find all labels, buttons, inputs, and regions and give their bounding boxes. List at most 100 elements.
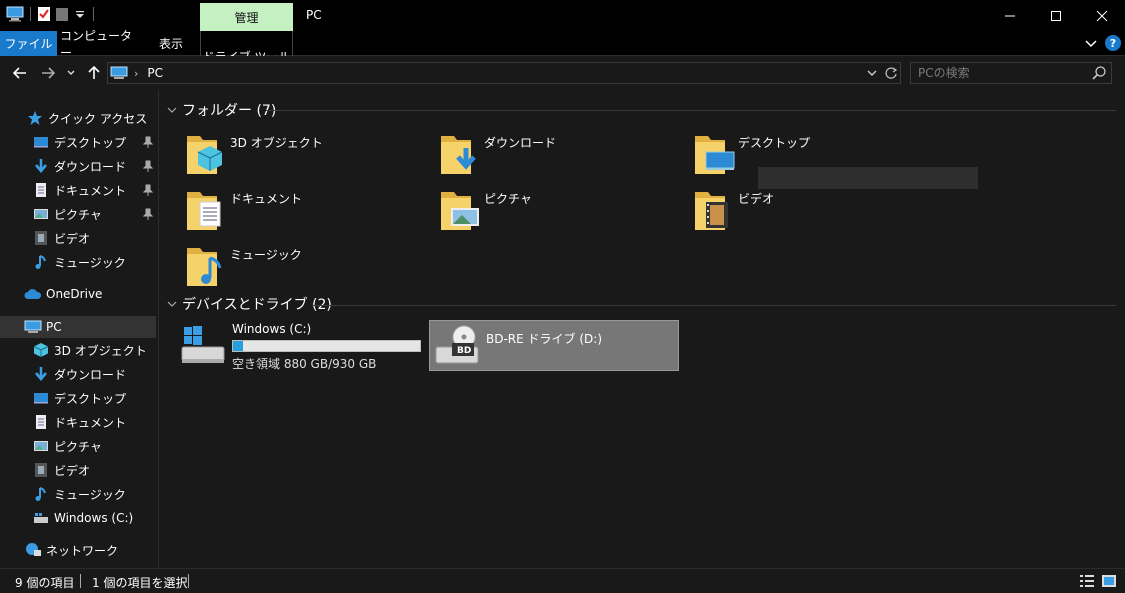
maximize-icon xyxy=(1051,10,1061,21)
new-folder-icon[interactable] xyxy=(55,6,69,22)
folder-pictures[interactable]: ピクチャ xyxy=(438,186,688,238)
sidebar-item-music[interactable]: ミュージック xyxy=(0,483,156,505)
sidebar-item-label: OneDrive xyxy=(46,287,103,301)
sidebar-item-windows-c[interactable]: Windows (C:) xyxy=(0,507,156,529)
maximize-button[interactable] xyxy=(1033,0,1079,31)
sidebar-item-3d-objects[interactable]: 3D オブジェクト xyxy=(0,339,156,361)
computer-icon xyxy=(110,66,128,79)
sidebar-item-quick-access[interactable]: クイック アクセス xyxy=(0,107,156,129)
folder-label: ダウンロード xyxy=(484,136,557,150)
breadcrumb-pc[interactable]: PC xyxy=(147,66,163,80)
sidebar-item-label: ダウンロード xyxy=(54,159,127,174)
sidebar-item-label: ピクチャ xyxy=(54,207,102,222)
search-input[interactable] xyxy=(911,63,1091,83)
pin-icon[interactable] xyxy=(142,135,154,149)
music-icon xyxy=(32,486,50,502)
sidebar-item-downloads[interactable]: ダウンロード xyxy=(0,155,156,177)
document-folder-icon xyxy=(187,192,221,230)
chevron-down-icon xyxy=(167,301,177,307)
minimize-icon xyxy=(1005,15,1015,16)
tab-file[interactable]: ファイル xyxy=(0,31,57,56)
disc-badge: BD xyxy=(457,346,472,356)
tab-computer[interactable]: コンピューター xyxy=(60,29,142,60)
manage-context-tab[interactable]: 管理 xyxy=(200,3,293,31)
computer-icon xyxy=(6,6,24,22)
properties-icon[interactable] xyxy=(37,6,51,22)
arrow-left-icon xyxy=(13,67,26,79)
sidebar-item-label: ビデオ xyxy=(54,463,91,478)
sidebar-item-pc[interactable]: PC xyxy=(0,316,156,338)
video-icon xyxy=(32,462,50,478)
drive-bd-re-d[interactable]: BD BD-RE ドライブ (D:) xyxy=(429,320,679,371)
drive-usage-fill xyxy=(233,341,244,351)
sidebar-item-desktop[interactable]: デスクトップ xyxy=(0,387,156,409)
folder-label: ピクチャ xyxy=(484,192,532,206)
sidebar-item-videos[interactable]: ビデオ xyxy=(0,227,156,249)
download-icon xyxy=(32,158,50,174)
sidebar-item-music[interactable]: ミュージック xyxy=(0,251,156,273)
search-box[interactable] xyxy=(910,62,1112,84)
minimize-button[interactable] xyxy=(987,0,1033,31)
sidebar-item-documents[interactable]: ドキュメント xyxy=(0,411,156,433)
toolbar-divider xyxy=(30,7,31,21)
folder-documents[interactable]: ドキュメント xyxy=(184,186,434,238)
cloud-icon xyxy=(24,286,42,302)
drive-label: Windows (C:) xyxy=(232,322,312,336)
recent-locations-button[interactable] xyxy=(64,62,78,84)
address-history-icon[interactable] xyxy=(866,66,878,80)
title-bar: 管理 PC xyxy=(0,0,1125,31)
sidebar-item-label: 3D オブジェクト xyxy=(54,343,147,358)
drive-windows-c[interactable]: Windows (C:) 空き領域 880 GB/930 GB xyxy=(180,321,424,371)
selection-count: 1 個の項目を選択 xyxy=(92,576,188,590)
pin-icon[interactable] xyxy=(142,207,154,221)
address-bar[interactable]: › PC xyxy=(107,62,901,84)
content-pane: フォルダー (7) 3D オブジェクト ダウンロード デスクトップ ドキュメント… xyxy=(160,90,1125,568)
sidebar-item-onedrive[interactable]: OneDrive xyxy=(0,283,156,305)
sidebar-item-network[interactable]: ネットワーク xyxy=(0,539,156,561)
status-divider xyxy=(80,574,81,588)
sidebar-item-label: ネットワーク xyxy=(46,543,119,558)
document-icon xyxy=(32,414,50,430)
sidebar-item-label: PC xyxy=(46,320,62,334)
sidebar-item-pictures[interactable]: ピクチャ xyxy=(0,435,156,457)
window-title: PC xyxy=(306,8,322,22)
network-icon xyxy=(24,542,42,558)
sidebar-item-label: ビデオ xyxy=(54,231,91,246)
customize-toolbar-icon[interactable] xyxy=(73,6,87,22)
3d-objects-icon xyxy=(32,342,50,358)
folders-group-header[interactable]: フォルダー (7) xyxy=(166,99,276,121)
group-divider xyxy=(312,305,1116,306)
pin-icon[interactable] xyxy=(142,183,154,197)
details-view-icon[interactable] xyxy=(1079,573,1095,589)
folder-music[interactable]: ミュージック xyxy=(184,242,434,294)
folder-label: ミュージック xyxy=(230,248,302,262)
pin-icon[interactable] xyxy=(142,159,154,173)
refresh-icon[interactable] xyxy=(884,65,898,81)
folder-3d-objects[interactable]: 3D オブジェクト xyxy=(184,130,434,182)
music-icon xyxy=(32,254,50,270)
sidebar-item-downloads[interactable]: ダウンロード xyxy=(0,363,156,385)
back-button[interactable] xyxy=(10,62,30,84)
folder-videos[interactable]: ビデオ xyxy=(692,186,942,238)
arrow-right-icon xyxy=(42,67,55,79)
drives-group-header[interactable]: デバイスとドライブ (2) xyxy=(166,293,332,315)
expand-ribbon-icon[interactable] xyxy=(1084,35,1098,51)
up-button[interactable] xyxy=(84,62,104,84)
help-button[interactable]: ? xyxy=(1105,35,1121,51)
folder-downloads[interactable]: ダウンロード xyxy=(438,130,688,182)
sidebar-item-pictures[interactable]: ピクチャ xyxy=(0,203,156,225)
close-button[interactable] xyxy=(1079,0,1125,31)
search-icon[interactable] xyxy=(1091,65,1107,81)
sidebar-item-label: ドキュメント xyxy=(54,183,127,198)
tab-view[interactable]: 表示 xyxy=(148,31,194,56)
sidebar-item-label: ミュージック xyxy=(54,487,126,502)
sidebar-item-label: ドキュメント xyxy=(54,415,127,430)
sidebar-item-desktop[interactable]: デスクトップ xyxy=(0,131,156,153)
sidebar-item-videos[interactable]: ビデオ xyxy=(0,459,156,481)
breadcrumb-separator[interactable]: › xyxy=(134,67,138,80)
sidebar-item-documents[interactable]: ドキュメント xyxy=(0,179,156,201)
forward-button[interactable] xyxy=(38,62,58,84)
arrow-up-icon xyxy=(88,66,100,79)
download-icon xyxy=(32,366,50,382)
large-icons-view-icon[interactable] xyxy=(1101,573,1117,589)
